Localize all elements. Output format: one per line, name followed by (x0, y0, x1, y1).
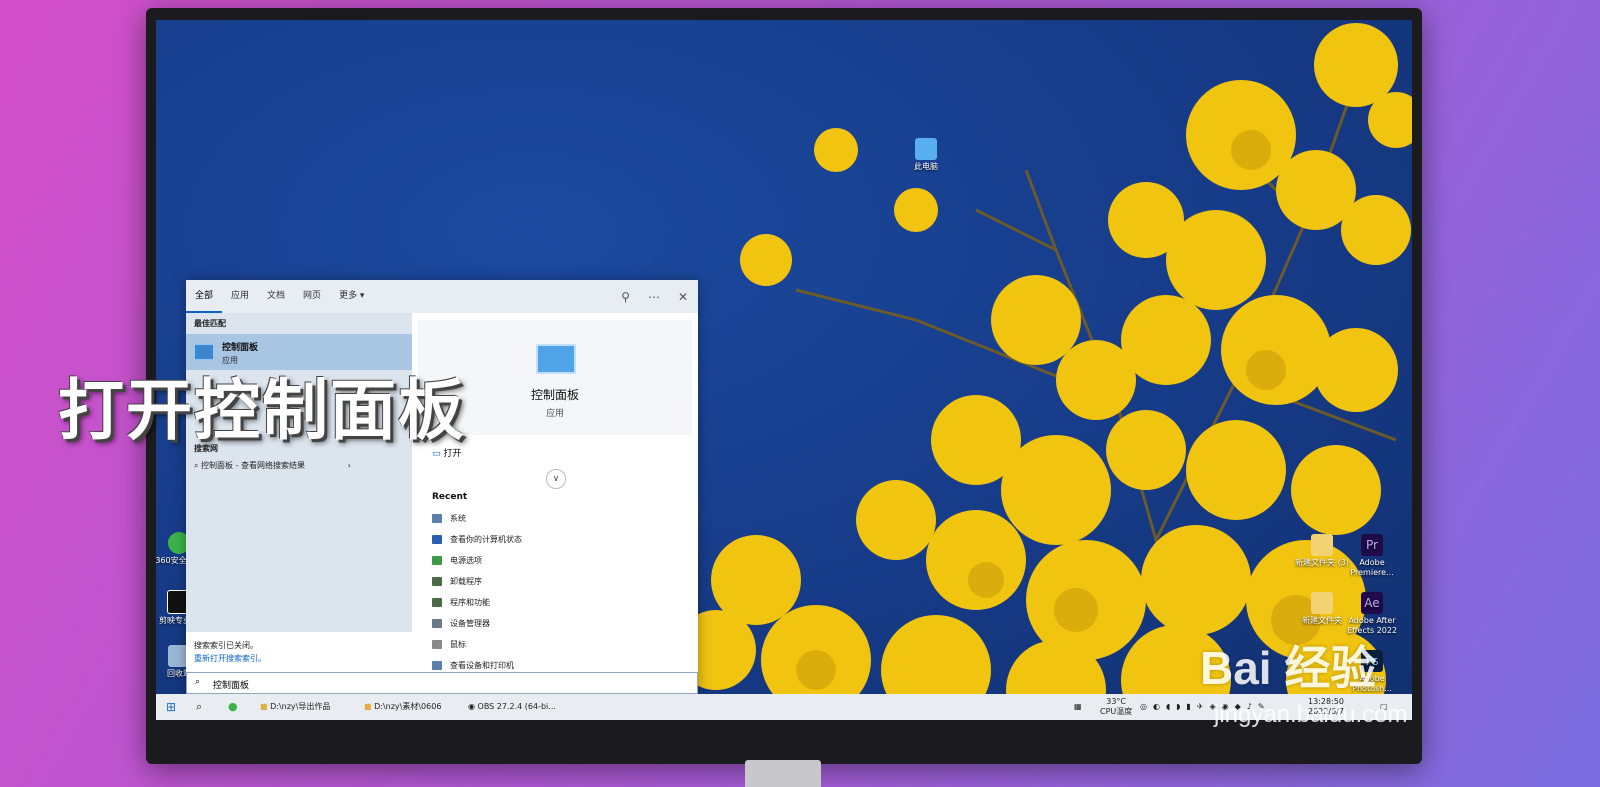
tab-all[interactable]: 全部 (186, 280, 223, 313)
recent-item[interactable]: 鼠标 (432, 639, 466, 650)
search-button[interactable]: ⌕ (196, 694, 202, 720)
desktop-icon-this-pc[interactable]: 此电脑 (898, 138, 954, 172)
obs-icon: ◉ (468, 702, 478, 711)
search-index-notice: 搜索索引已关闭。 重新打开搜索索引。 (186, 632, 412, 670)
desktop-icon-after-effects[interactable]: Ae Adobe After Effects 2022 (1344, 592, 1400, 636)
tab-apps[interactable]: 应用 (222, 280, 258, 313)
programs-icon (432, 598, 442, 607)
folder-icon (1311, 592, 1333, 614)
desktop-icon-new-folder-3[interactable]: 新建文件夹 (3) (1294, 534, 1350, 568)
after-effects-icon: Ae (1361, 592, 1383, 614)
monitor-stand (745, 760, 821, 787)
system-icon (432, 514, 442, 523)
recent-item[interactable]: 设备管理器 (432, 618, 490, 629)
recent-item[interactable]: 电源选项 (432, 555, 482, 566)
folder-icon: ■ (364, 702, 375, 711)
more-options-icon[interactable]: ⋯ (648, 290, 660, 304)
search-tabs: 全部 应用 文档 网页 更多 ▾ ⚲ ⋯ ✕ (186, 280, 698, 313)
search-icon: ⌕ (195, 677, 201, 687)
windows-search-panel: 全部 应用 文档 网页 更多 ▾ ⚲ ⋯ ✕ 最佳匹配 控制面板 应用 搜索网 (186, 280, 698, 694)
baidu-watermark-url: jingyan.baidu.com (1214, 701, 1408, 728)
recent-item[interactable]: 查看你的计算机状态 (432, 534, 522, 545)
power-icon (432, 556, 442, 565)
taskbar-window[interactable]: ■ D:\nzy\导出作品 (260, 694, 330, 720)
folder-icon: ■ (260, 702, 271, 711)
desktop-icon-premiere[interactable]: Pr Adobe Premiere... (1344, 534, 1400, 578)
360-taskbar-icon[interactable]: ● (228, 694, 238, 720)
reopen-index-link[interactable]: 重新打开搜索索引。 (194, 653, 266, 664)
flag-icon (432, 535, 442, 544)
printer-icon (432, 661, 442, 670)
recent-item[interactable]: 查看设备和打印机 (432, 660, 514, 671)
start-button[interactable]: ⊞ (166, 694, 176, 720)
desktop-icon-new-folder[interactable]: 新建文件夹 (1294, 592, 1350, 626)
keyboard-icon[interactable]: ▦ (1074, 694, 1082, 720)
tab-more[interactable]: 更多 ▾ (330, 280, 373, 313)
chevron-right-icon: › (347, 461, 351, 470)
taskbar-window[interactable]: ■ D:\nzy\素材\0606 (364, 694, 441, 720)
tab-documents[interactable]: 文档 (258, 280, 294, 313)
overlay-caption: 打开控制面板 (58, 372, 466, 449)
recent-item[interactable]: 系统 (432, 513, 466, 524)
recent-header: Recent (432, 492, 468, 502)
search-icon: ⌕ (194, 461, 202, 470)
tab-web[interactable]: 网页 (294, 280, 330, 313)
folder-icon (1311, 534, 1333, 556)
cpu-temperature: 33°C CPU温度 (1100, 697, 1133, 716)
close-icon[interactable]: ✕ (678, 290, 688, 304)
mouse-icon (432, 640, 442, 649)
search-input[interactable]: ⌕ 控制面板 (186, 672, 698, 694)
uninstall-icon (432, 577, 442, 586)
premiere-icon: Pr (1361, 534, 1383, 556)
baidu-watermark: Bai 经验 (1200, 642, 1377, 694)
recent-item[interactable]: 卸载程序 (432, 576, 482, 587)
control-panel-icon (536, 344, 576, 374)
recent-item[interactable]: 程序和功能 (432, 597, 490, 608)
best-match-header: 最佳匹配 (194, 319, 226, 328)
best-match-title: 控制面板 (222, 343, 259, 353)
feedback-icon[interactable]: ⚲ (621, 290, 630, 304)
search-query: 控制面板 (213, 681, 250, 691)
expand-chevron-icon[interactable]: ∨ (546, 469, 566, 489)
computer-icon (915, 138, 937, 160)
web-search-result[interactable]: ⌕ 控制面板 - 查看网络搜索结果 › (194, 460, 351, 471)
device-manager-icon (432, 619, 442, 628)
taskbar-window[interactable]: ◉ OBS 27.2.4 (64-bi... (468, 694, 556, 720)
